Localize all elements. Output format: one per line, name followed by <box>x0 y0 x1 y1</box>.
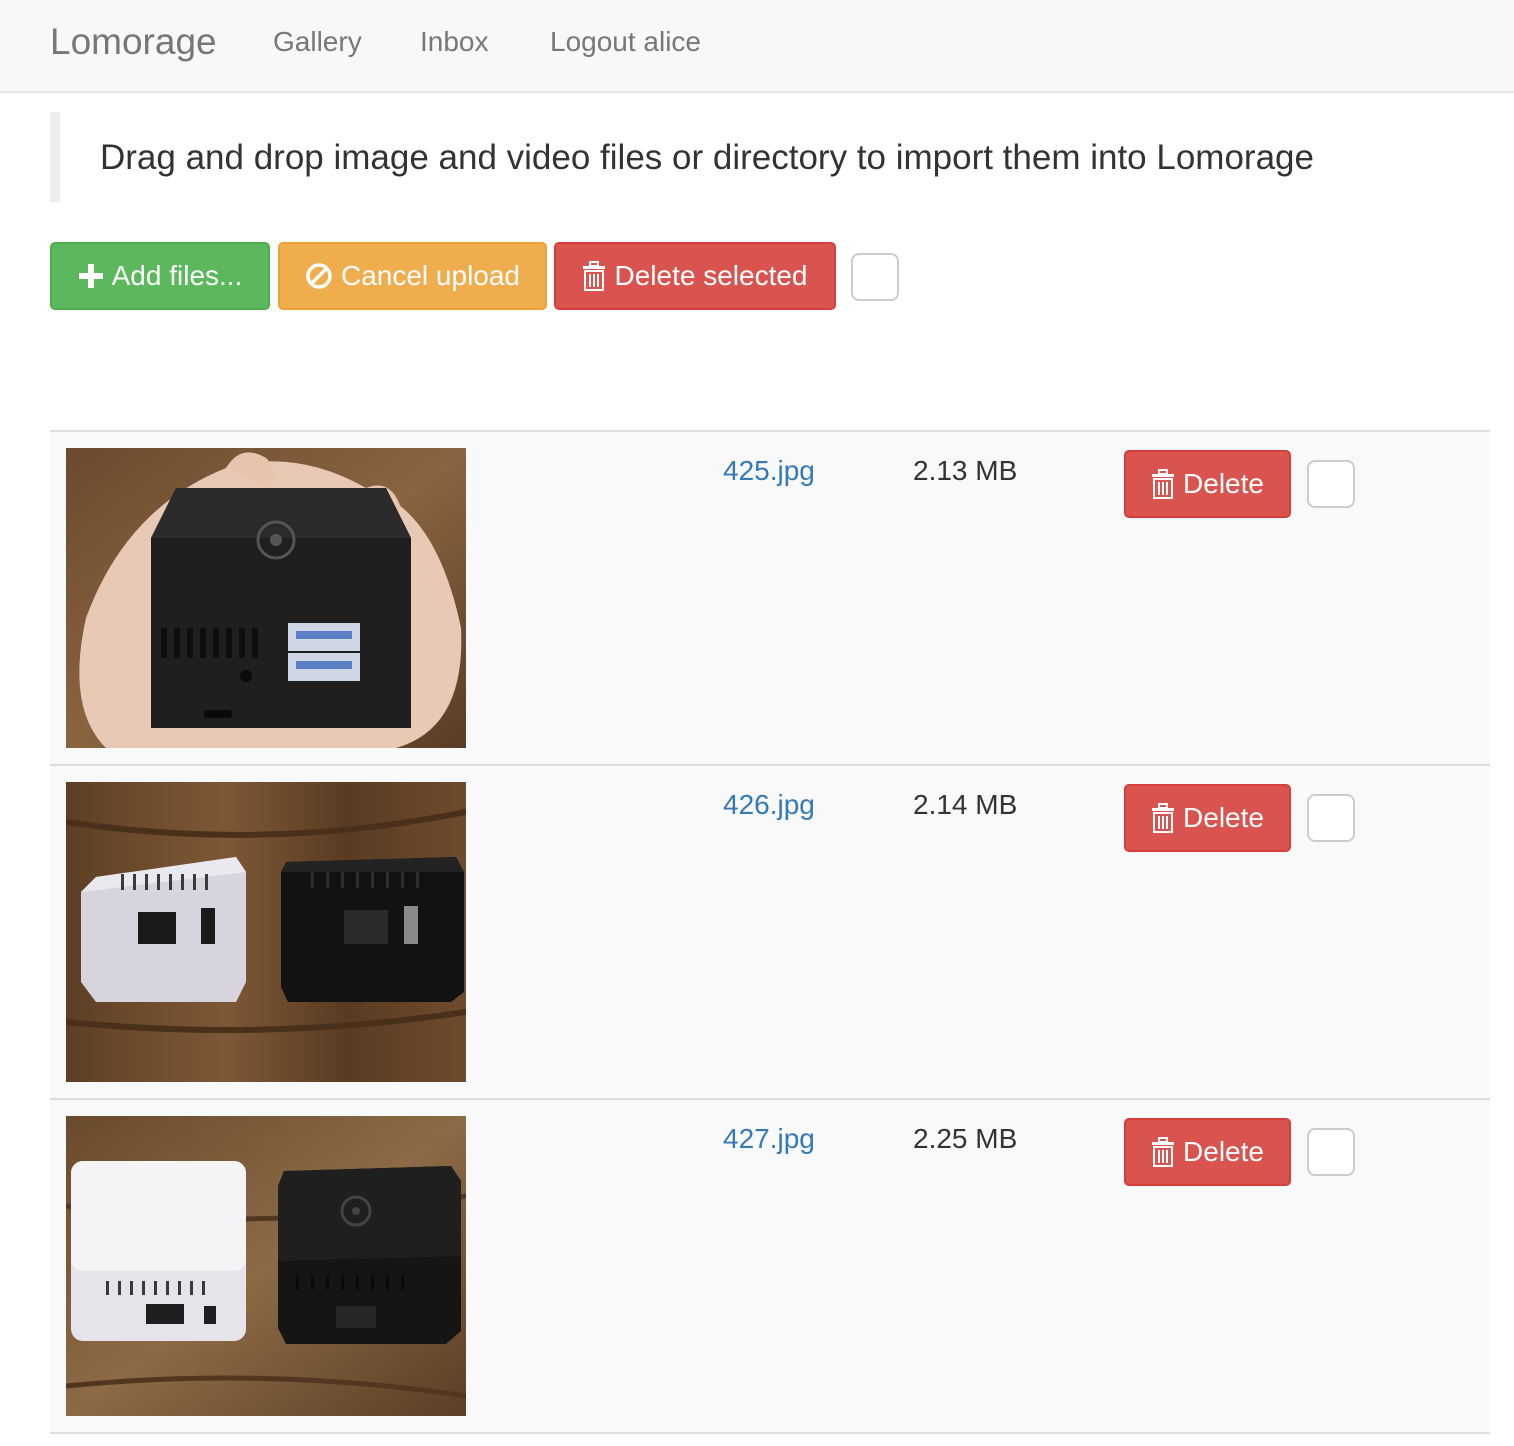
navbar: Lomorage Gallery Inbox Logout alice <box>0 0 1514 93</box>
file-thumbnail <box>66 1116 466 1416</box>
cancel-upload-label: Cancel upload <box>340 260 521 291</box>
file-size: 2.25 MB <box>913 1123 1018 1154</box>
file-name-link[interactable]: 426.jpg <box>723 788 815 822</box>
cancel-upload-button[interactable]: Cancel upload <box>278 242 547 310</box>
file-size: 2.13 MB <box>913 455 1018 486</box>
trash-icon <box>1151 803 1175 833</box>
file-size: 2.14 MB <box>913 789 1018 820</box>
select-all-checkbox[interactable] <box>851 253 899 301</box>
file-thumbnail <box>66 782 466 1082</box>
add-files-label: Add files... <box>111 260 243 291</box>
nav-link-inbox[interactable]: Inbox <box>420 24 489 60</box>
trash-icon <box>1151 469 1175 499</box>
plus-icon <box>78 263 104 289</box>
file-row: 427.jpg 2.25 MB Delete <box>50 1098 1490 1434</box>
nav-link-gallery[interactable]: Gallery <box>273 24 362 60</box>
file-select-checkbox[interactable] <box>1307 794 1355 842</box>
drop-instructions: Drag and drop image and video files or d… <box>100 138 1314 177</box>
file-name-link[interactable]: 427.jpg <box>723 1122 815 1156</box>
delete-selected-button[interactable]: Delete selected <box>554 242 836 310</box>
delete-file-button[interactable]: Delete <box>1124 1118 1291 1186</box>
brand-logo[interactable]: Lomorage <box>50 20 217 64</box>
delete-label: Delete <box>1183 1136 1264 1167</box>
delete-label: Delete <box>1183 802 1264 833</box>
delete-selected-label: Delete selected <box>614 260 808 291</box>
nav-link-logout[interactable]: Logout alice <box>550 24 701 60</box>
file-row: 425.jpg 2.13 MB Delete <box>50 430 1490 764</box>
drop-zone-callout[interactable]: Drag and drop image and video files or d… <box>50 112 1490 202</box>
delete-file-button[interactable]: Delete <box>1124 784 1291 852</box>
file-select-checkbox[interactable] <box>1307 460 1355 508</box>
file-row: 426.jpg 2.14 MB Delete <box>50 764 1490 1098</box>
ban-icon <box>305 262 333 290</box>
file-select-checkbox[interactable] <box>1307 1128 1355 1176</box>
trash-icon <box>1151 1137 1175 1167</box>
add-files-button[interactable]: Add files... <box>50 242 270 310</box>
trash-icon <box>582 261 606 291</box>
file-name-link[interactable]: 425.jpg <box>723 454 815 488</box>
file-thumbnail <box>66 448 466 748</box>
delete-file-button[interactable]: Delete <box>1124 450 1291 518</box>
delete-label: Delete <box>1183 468 1264 499</box>
